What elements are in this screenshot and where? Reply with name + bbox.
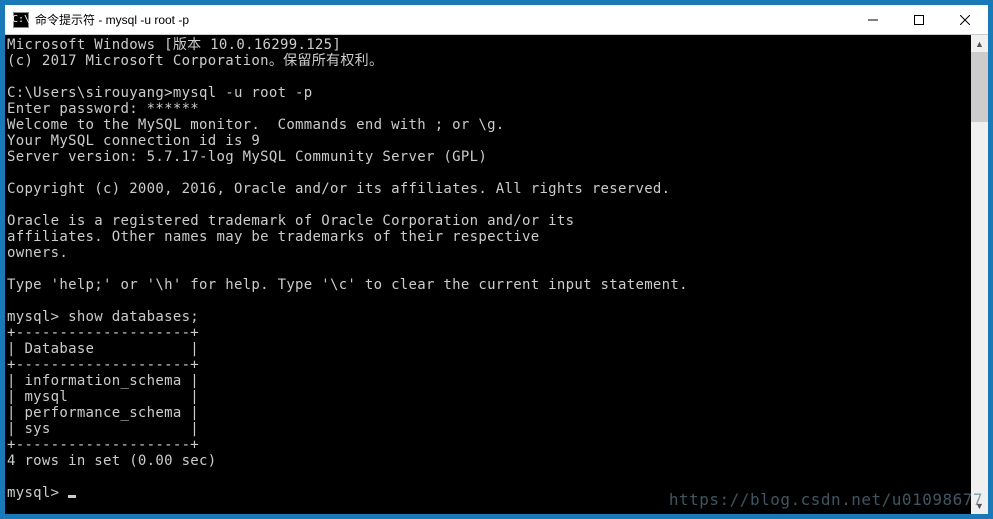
window-title: 命令提示符 - mysql -u root -p — [35, 11, 850, 28]
app-icon: C:\ — [13, 12, 29, 28]
terminal-cursor — [68, 495, 76, 498]
minimize-button[interactable] — [850, 5, 896, 34]
terminal-area: Microsoft Windows [版本 10.0.16299.125] (c… — [5, 35, 988, 514]
watermark-text: https://blog.csdn.net/u01098677 — [669, 490, 983, 509]
command-prompt-window: C:\ 命令提示符 - mysql -u root -p Microsoft W… — [5, 5, 988, 514]
scroll-up-arrow[interactable]: ▲ — [971, 35, 988, 52]
titlebar[interactable]: C:\ 命令提示符 - mysql -u root -p — [5, 5, 988, 35]
app-icon-text: C:\ — [12, 14, 30, 25]
scrollbar[interactable]: ▲ ▼ — [971, 35, 988, 514]
scroll-thumb[interactable] — [971, 52, 988, 122]
close-button[interactable] — [942, 5, 988, 34]
maximize-button[interactable] — [896, 5, 942, 34]
window-controls — [850, 5, 988, 34]
terminal-output[interactable]: Microsoft Windows [版本 10.0.16299.125] (c… — [5, 35, 971, 514]
